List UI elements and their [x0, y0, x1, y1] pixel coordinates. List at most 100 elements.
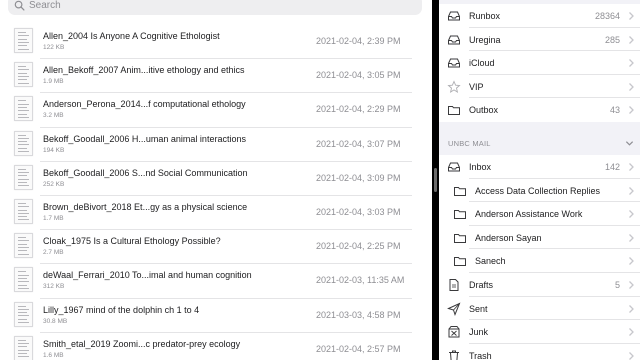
document-thumbnail: [14, 28, 33, 53]
file-row[interactable]: deWaal_Ferrari_2010 To...imal and human …: [0, 264, 432, 299]
document-thumbnail: [14, 301, 33, 327]
file-row[interactable]: Allen_2004 Is Anyone A Cognitive Etholog…: [0, 25, 432, 60]
mailbox-label: Anderson Assistance Work: [475, 209, 583, 220]
chevron-right-icon: [629, 35, 634, 44]
chevron-right-icon: [629, 12, 634, 20]
section-header-unbc[interactable]: UNBC MAIL: [439, 135, 640, 153]
mailbox-sanech[interactable]: Sanech: [439, 249, 640, 273]
file-size: 3.2 MB: [43, 112, 64, 120]
document-thumbnail: [14, 62, 33, 88]
chevron-right-icon: [629, 59, 634, 68]
chevron-right-icon: [629, 328, 634, 337]
search-field[interactable]: Search: [8, 0, 422, 15]
mailbox-uregina[interactable]: Uregina 285: [439, 28, 640, 52]
folder-icon: [454, 233, 466, 243]
file-date: 2021-03-03, 4:58 PM: [316, 309, 401, 320]
mailbox-label: Anderson Sayan: [475, 232, 542, 243]
chevron-right-icon: [629, 163, 634, 171]
mailboxes-pane: Runbox 28364 Uregina 285 iCloud VIP Outbox 43 U…: [439, 0, 640, 360]
file-date: 2021-02-03, 11:35 AM: [316, 275, 405, 286]
divider-handle[interactable]: [434, 168, 437, 192]
file-row[interactable]: Bekoff_Goodall_2006 S...nd Social Commun…: [0, 162, 432, 197]
mailbox-count: 5: [614, 279, 620, 290]
document-thumbnail: [14, 233, 33, 259]
file-date: 2021-02-04, 2:29 PM: [316, 104, 401, 115]
accounts-group: Runbox 28364 Uregina 285 iCloud VIP Outbox 43: [439, 4, 640, 122]
mailbox-label: Sanech: [475, 256, 506, 267]
folder-icon: [454, 210, 466, 220]
file-name: deWaal_Ferrari_2010 To...imal and human …: [43, 270, 252, 281]
mailbox-vip[interactable]: VIP: [439, 75, 640, 99]
file-date: 2021-02-04, 2:39 PM: [316, 36, 401, 46]
file-row[interactable]: Brown_deBivort_2018 Et...gy as a physica…: [0, 196, 432, 231]
mailbox-outbox[interactable]: Outbox 43: [439, 98, 640, 122]
file-browser-pane: Search Allen_2004 Is Anyone A Cognitive …: [0, 0, 432, 360]
search-icon: [14, 0, 25, 11]
chevron-down-icon[interactable]: [625, 139, 634, 148]
mailbox-sent[interactable]: Sent: [439, 297, 640, 321]
file-row[interactable]: Anderson_Perona_2014...f computational e…: [0, 93, 432, 128]
file-row[interactable]: Allen_Bekoff_2007 Anim...itive ethology …: [0, 59, 432, 94]
file-date: 2021-02-04, 3:03 PM: [316, 206, 401, 217]
unbc-mail-group: Inbox 142 Access Data Collection Replies An…: [439, 155, 640, 360]
mailbox-label: Sent: [469, 303, 488, 314]
file-name: Cloak_1975 Is a Cultural Ethology Possib…: [43, 236, 221, 247]
chevron-right-icon: [629, 351, 634, 360]
document-thumbnail: [14, 267, 33, 293]
mailbox-label: Trash: [469, 350, 492, 360]
file-date: 2021-02-04, 2:25 PM: [316, 241, 401, 252]
file-row[interactable]: Lilly_1967 mind of the dolphin ch 1 to 4…: [0, 299, 432, 333]
file-size: 122 KB: [43, 44, 65, 51]
mailbox-label: iCloud: [469, 58, 495, 69]
folder-icon: [448, 106, 460, 116]
star-icon: [447, 80, 461, 93]
file-size: 312 KB: [43, 283, 65, 291]
mailbox-count: 43: [609, 105, 620, 116]
split-view-divider[interactable]: [432, 0, 439, 360]
junk-icon: [448, 326, 460, 338]
mailbox-trash[interactable]: Trash: [439, 344, 640, 360]
chevron-right-icon: [629, 233, 634, 242]
mailbox-label: Uregina: [469, 34, 501, 45]
file-date: 2021-02-04, 3:09 PM: [316, 172, 401, 183]
mailbox-anderson-sayan[interactable]: Anderson Sayan: [439, 226, 640, 250]
mailbox-junk[interactable]: Junk: [439, 320, 640, 344]
file-row[interactable]: Cloak_1975 Is a Cultural Ethology Possib…: [0, 230, 432, 265]
mailbox-access-data-collection-replies[interactable]: Access Data Collection Replies: [439, 179, 640, 203]
mailbox-label: Inbox: [469, 162, 492, 172]
file-size: 2.7 MB: [43, 249, 64, 257]
mailbox-icloud[interactable]: iCloud: [439, 51, 640, 75]
mailbox-runbox[interactable]: Runbox 28364: [439, 4, 640, 28]
mailbox-label: VIP: [469, 81, 484, 92]
file-name: Bekoff_Goodall_2006 S...nd Social Commun…: [43, 167, 248, 178]
chevron-right-icon: [629, 186, 634, 195]
file-name: Bekoff_Goodall_2006 H...uman animal inte…: [43, 133, 246, 144]
mailbox-count: 285: [604, 34, 620, 45]
chevron-right-icon: [629, 304, 634, 313]
file-name: Anderson_Perona_2014...f computational e…: [43, 99, 246, 110]
file-name: Allen_2004 Is Anyone A Cognitive Etholog…: [43, 31, 220, 41]
mailbox-anderson-assistance-work[interactable]: Anderson Assistance Work: [439, 202, 640, 226]
file-size: 252 KB: [43, 180, 65, 188]
file-size: 1.7 MB: [43, 214, 64, 222]
mailbox-label: Runbox: [469, 11, 501, 21]
file-name: Allen_Bekoff_2007 Anim...itive ethology …: [43, 65, 245, 76]
file-size: 1.9 MB: [43, 78, 64, 86]
chevron-right-icon: [629, 82, 634, 91]
mailbox-count: 142: [604, 162, 620, 172]
tray-icon: [448, 162, 460, 172]
mailbox-count: 28364: [594, 11, 620, 21]
chevron-right-icon: [629, 257, 634, 266]
file-size: 194 KB: [43, 146, 65, 154]
mailbox-label: Access Data Collection Replies: [475, 185, 601, 196]
mailbox-drafts[interactable]: Drafts 5: [439, 273, 640, 297]
file-date: 2021-02-04, 3:07 PM: [316, 138, 401, 149]
tray-icon: [448, 11, 460, 21]
file-size: 1.6 MB: [43, 351, 64, 359]
mailbox-label: Junk: [469, 327, 489, 338]
mailbox-inbox[interactable]: Inbox 142: [439, 155, 640, 179]
file-name: Brown_deBivort_2018 Et...gy as a physica…: [43, 201, 248, 212]
file-row[interactable]: Bekoff_Goodall_2006 H...uman animal inte…: [0, 128, 432, 162]
file-row[interactable]: Smith_etal_2019 Zoomi...c predator-prey …: [0, 333, 432, 360]
document-thumbnail: [14, 164, 33, 190]
